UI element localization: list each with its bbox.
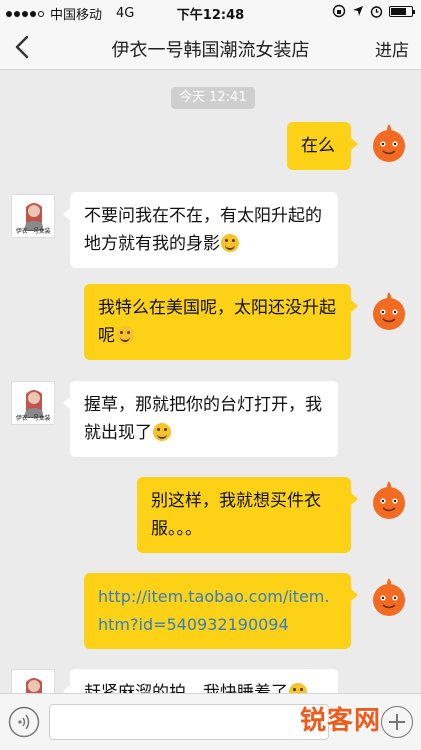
user-avatar[interactable] [366,120,412,166]
shop-avatar-label: 伊衣一号女装 [15,415,51,422]
enter-shop-button[interactable]: 进店 [375,36,409,61]
location-icon [353,6,363,16]
watermark-logo: 锐客网 [300,706,382,736]
laughing-emoji-icon [289,683,307,693]
chat-area[interactable]: 今天 12:41 在么 伊衣一号女装 不要问我在不在，有太阳升起的地方就有我的身… [0,71,421,693]
sweat-emoji-icon [116,326,134,344]
message-bubble-incoming[interactable]: 握草，那就把你的台灯打开，我就出现了 [63,381,338,457]
user-avatar[interactable] [366,288,412,334]
add-attachment-icon[interactable] [381,706,413,738]
user-avatar[interactable] [366,477,412,523]
laughing-emoji-icon [153,423,171,441]
message-timestamp: 今天 12:41 [171,87,255,109]
battery-icon [389,5,415,17]
user-avatar[interactable] [366,574,412,620]
voice-input-icon[interactable] [8,706,40,738]
chat-title: 伊衣一号韩国潮流女装店 [111,40,310,61]
laughing-emoji-icon [221,234,239,252]
message-bubble-outgoing[interactable]: 在么 [287,122,358,170]
status-bar: 中国移动 4G 下午12:48 [0,0,421,24]
shop-avatar[interactable]: 伊衣一号女装 [11,194,55,238]
message-bubble-outgoing[interactable]: 别这样，我就想买件衣服。。。 [137,477,358,553]
message-bubble-link[interactable]: http://item.taobao.com/item.htm?id=54093… [84,573,358,649]
orientation-lock-icon [332,4,346,18]
message-bubble-incoming[interactable]: 赶紧麻溜的拍，我快睡着了 [63,669,338,693]
message-bubble-outgoing[interactable]: 我特么在美国呢，太阳还没升起呢 [84,284,358,360]
shop-avatar[interactable]: 伊衣一号女装 [11,381,55,425]
message-input[interactable] [49,704,329,740]
shop-avatar[interactable]: 伊衣一号女装 [11,669,55,693]
message-bubble-incoming[interactable]: 不要问我在不在，有太阳升起的地方就有我的身影 [63,192,338,268]
alarm-icon [370,5,383,18]
nav-bar: 伊衣一号韩国潮流女装店 进店 [0,24,421,70]
shop-avatar-label: 伊衣一号女装 [15,228,51,235]
